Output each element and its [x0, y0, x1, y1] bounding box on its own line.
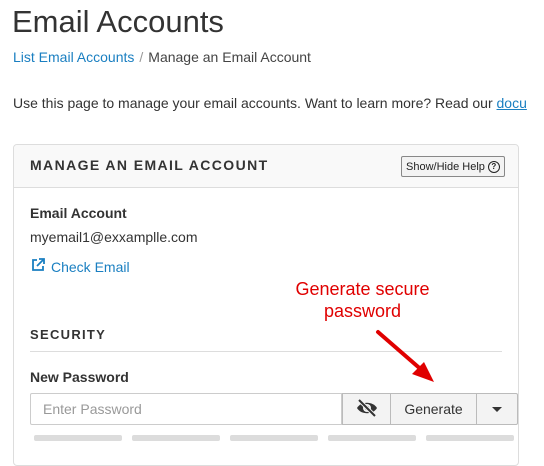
strength-meter-segment — [328, 435, 416, 441]
intro-sentence: Use this page to manage your email accou… — [13, 95, 497, 111]
show-hide-help-button[interactable]: Show/Hide Help ? — [401, 156, 505, 177]
eye-slash-icon — [355, 398, 379, 420]
annotation-arrow — [376, 330, 434, 382]
toggle-password-visibility-button[interactable] — [342, 393, 391, 425]
email-account-value: myemail1@exxamplle.com — [30, 229, 198, 245]
breadcrumb-current: Manage an Email Account — [148, 49, 311, 65]
annotation-callout: Generate secure password — [290, 278, 435, 322]
panel-heading: MANAGE AN EMAIL ACCOUNT Show/Hide Help ? — [14, 145, 518, 188]
check-email-link[interactable]: Check Email — [31, 258, 130, 275]
help-button-label: Show/Hide Help — [406, 160, 485, 173]
caret-down-icon — [492, 406, 502, 412]
page-title: Email Accounts — [12, 4, 224, 39]
security-section-title: SECURITY — [30, 327, 107, 342]
intro-text: Use this page to manage your email accou… — [13, 95, 544, 111]
generate-options-dropdown[interactable] — [476, 393, 518, 425]
documentation-link[interactable]: docu — [497, 95, 527, 111]
strength-meter-segment — [34, 435, 122, 441]
generate-password-button[interactable]: Generate — [390, 393, 477, 425]
breadcrumb: List Email Accounts / Manage an Email Acco… — [13, 49, 311, 65]
strength-meter-segment — [132, 435, 220, 441]
manage-account-panel: MANAGE AN EMAIL ACCOUNT Show/Hide Help ?… — [13, 144, 519, 466]
annotation-line-1: Generate secure — [295, 279, 430, 299]
annotation-line-2: password — [323, 301, 402, 321]
question-circle-icon: ? — [487, 160, 500, 173]
panel-title: MANAGE AN EMAIL ACCOUNT — [30, 157, 269, 173]
new-password-label: New Password — [30, 369, 129, 385]
check-email-label: Check Email — [51, 258, 130, 275]
external-link-icon — [31, 258, 45, 275]
strength-meter-segment — [426, 435, 514, 441]
breadcrumb-list-email-accounts[interactable]: List Email Accounts — [13, 49, 134, 65]
email-account-label: Email Account — [30, 205, 127, 221]
new-password-input[interactable] — [30, 393, 342, 425]
breadcrumb-separator: / — [139, 49, 144, 65]
strength-meter-segment — [230, 435, 318, 441]
